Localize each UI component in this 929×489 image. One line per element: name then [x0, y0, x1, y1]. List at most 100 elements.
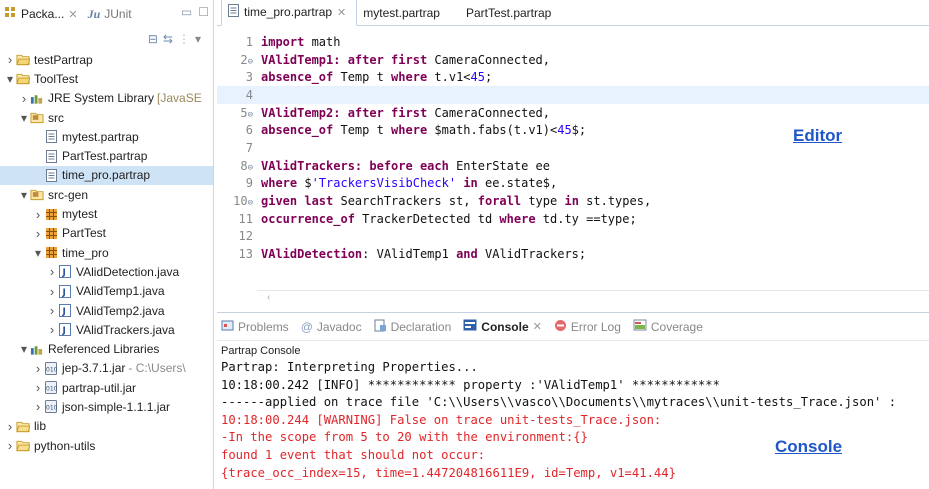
tab-label: JUnit [104, 7, 132, 21]
chevron-down-icon[interactable]: ▾ [4, 72, 16, 86]
editor-tab-label: mytest.partrap [363, 6, 440, 20]
tree-item[interactable]: › 010 json-simple-1.1.1.jar [0, 397, 213, 416]
project-tree: › testPartrap ▾ ToolTest › JRE System Library… [0, 50, 213, 455]
line-number: 11 [217, 212, 257, 226]
code-token: st.types, [578, 194, 652, 209]
chevron-down-icon[interactable]: ▾ [18, 111, 30, 125]
chevron-down-icon[interactable]: ▾ [18, 188, 30, 202]
tab-declaration[interactable]: Declaration [374, 319, 451, 335]
chevron-down-icon[interactable]: ▾ [32, 246, 44, 260]
tree-item[interactable]: › lib [0, 417, 213, 436]
folder-icon [16, 439, 30, 452]
horizontal-scrollbar[interactable]: ‹ [257, 290, 929, 304]
tab-package-explorer[interactable]: Packa... ✕ [4, 6, 78, 22]
chevron-right-icon[interactable]: › [46, 322, 58, 337]
chevron-right-icon[interactable]: › [46, 264, 58, 279]
console-icon [463, 319, 477, 334]
chevron-right-icon[interactable]: › [4, 419, 16, 434]
tree-item[interactable]: › J VAlidDetection.java [0, 262, 213, 281]
tab-label: Coverage [650, 319, 703, 334]
console-annotation: Console [775, 437, 843, 456]
tree-item[interactable]: › PartTest [0, 224, 213, 243]
tree-item[interactable]: › testPartrap [0, 50, 213, 69]
chevron-right-icon[interactable]: › [32, 207, 44, 222]
chevron-right-icon[interactable]: › [32, 361, 44, 376]
close-icon[interactable]: ✕ [68, 8, 77, 21]
tree-item-label: mytest.partrap [62, 129, 139, 144]
tree-item[interactable]: › JRE System Library [JavaSE [0, 89, 213, 108]
code-line: 2⊖ VAlidTemp1: after first CameraConnecte… [217, 51, 929, 69]
tab-error-log[interactable]: Error Log [554, 319, 621, 335]
view-menu-icon[interactable]: ▾ [195, 32, 201, 46]
tree-item-decoration: [JavaSE [157, 91, 202, 106]
tree-item-label: VAlidTrackers.java [76, 322, 175, 337]
fold-icon[interactable]: ⊖ [248, 163, 253, 173]
tree-item[interactable]: › J VAlidTemp2.java [0, 301, 213, 320]
java-file-icon: J [58, 304, 72, 317]
tree-item[interactable]: › J VAlidTrackers.java [0, 320, 213, 339]
code-token: type [521, 194, 565, 209]
tab-junit[interactable]: Ju JUnit [88, 7, 132, 22]
fold-icon[interactable]: ⊖ [248, 198, 253, 208]
view-toolbar: ▭ ☐ [181, 5, 209, 19]
tree-item[interactable]: › J VAlidTemp1.java [0, 282, 213, 301]
chevron-right-icon[interactable]: › [4, 438, 16, 453]
line-number: 10⊖ [217, 194, 257, 208]
fold-icon[interactable]: ⊖ [248, 57, 253, 67]
code-line: 4 [217, 86, 929, 104]
tree-item[interactable]: ›mytest.partrap [0, 127, 213, 146]
chevron-right-icon[interactable]: › [32, 380, 44, 395]
close-icon[interactable]: ✕ [337, 6, 346, 19]
code-text-area[interactable]: 1 import math 2⊖ VAlidTemp1: after first Ca… [217, 33, 929, 263]
source-folder-icon [30, 188, 44, 201]
tree-item[interactable]: ▾ src-gen [0, 185, 213, 204]
tab-problems[interactable]: Problems [221, 319, 289, 335]
tree-item[interactable]: ▾ Referenced Libraries [0, 339, 213, 358]
editor-tab-parttest[interactable]: PartTest.partrap [460, 2, 561, 25]
chevron-right-icon[interactable]: › [18, 91, 30, 106]
chevron-right-icon[interactable]: › [32, 399, 44, 414]
tree-item[interactable]: ›time_pro.partrap [0, 165, 213, 186]
tab-label: Console [481, 319, 529, 334]
declaration-icon [374, 319, 387, 335]
code-token: 45 [470, 70, 485, 85]
chevron-right-icon[interactable]: › [46, 284, 58, 299]
editor-tab-time-pro[interactable]: time_pro.partrap ✕ [221, 0, 358, 26]
tree-item[interactable]: ▾ ToolTest [0, 69, 213, 88]
tree-item-label: VAlidTemp2.java [76, 303, 165, 318]
chevron-right-icon[interactable]: › [4, 52, 16, 67]
maximize-icon[interactable]: ☐ [198, 5, 209, 19]
code-token: math [304, 34, 341, 49]
code-text: given last SearchTrackers st, forall typ… [257, 194, 651, 208]
editor-tab-mytest[interactable]: mytest.partrap [357, 2, 450, 25]
console-line: 10:18:00.242 [INFO] ************ propert… [221, 377, 720, 392]
link-with-editor-icon[interactable]: ⇆ [163, 32, 173, 46]
code-token: VAlidDetection [261, 247, 363, 262]
chevron-right-icon[interactable]: › [46, 303, 58, 318]
tree-item[interactable]: › mytest [0, 204, 213, 223]
tree-item[interactable]: › 010 partrap-util.jar [0, 378, 213, 397]
fold-icon[interactable]: ⊖ [248, 110, 253, 120]
tree-item[interactable]: ›PartTest.partrap [0, 146, 213, 165]
code-text: import math [257, 35, 340, 49]
tab-javadoc[interactable]: @ Javadoc [301, 320, 362, 334]
tab-console[interactable]: Console ✕ [463, 319, 542, 334]
tree-item[interactable]: › python-utils [0, 436, 213, 455]
package-icon [44, 208, 58, 221]
tab-coverage[interactable]: Coverage [633, 319, 703, 334]
close-icon[interactable]: ✕ [533, 320, 542, 333]
tree-item[interactable]: ▾ time_pro [0, 243, 213, 262]
tree-item[interactable]: › 010 jep-3.7.1.jar - C:\Users\ [0, 359, 213, 378]
jar-icon: 010 [44, 361, 58, 375]
filter-icon[interactable]: ⋮ [178, 32, 190, 46]
minimize-icon[interactable]: ▭ [181, 5, 192, 19]
collapse-all-icon[interactable]: ⊟ [148, 32, 158, 46]
chevron-right-icon[interactable]: › [32, 226, 44, 241]
chevron-down-icon[interactable]: ▾ [18, 342, 30, 356]
scroll-left-icon[interactable]: ‹ [267, 292, 270, 303]
tree-item[interactable]: ▾ src [0, 108, 213, 127]
code-token: where [391, 123, 428, 138]
code-token: : VAlidTemp1 [362, 247, 457, 262]
package-icon [44, 246, 58, 259]
console-output[interactable]: Partrap: Interpreting Properties... 10:18… [217, 359, 929, 482]
